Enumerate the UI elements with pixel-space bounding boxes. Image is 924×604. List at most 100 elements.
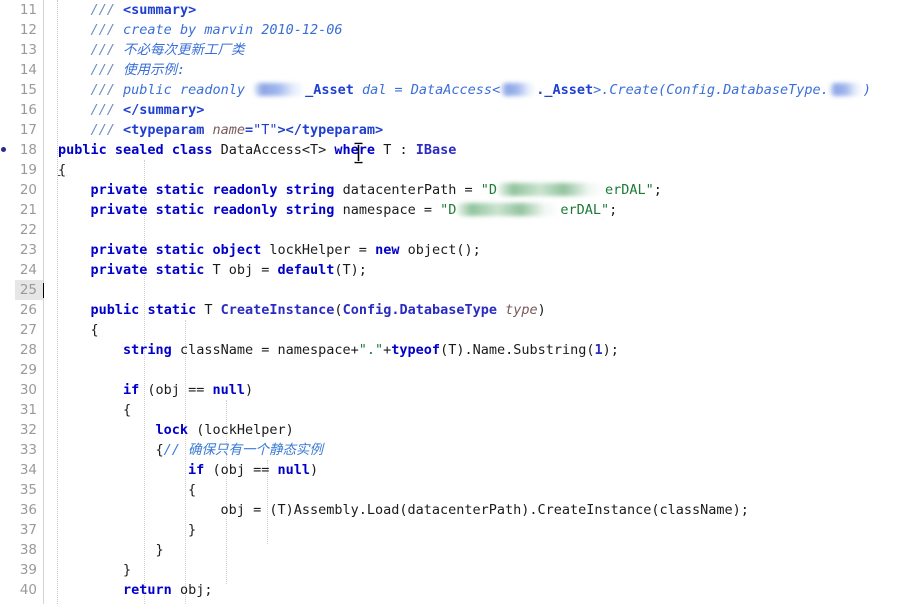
redaction-block: [456, 203, 561, 216]
line-number: 15: [19, 82, 37, 98]
line-content[interactable]: private static object lockHelper = new o…: [43, 240, 481, 260]
line-content[interactable]: }: [43, 520, 196, 540]
gutter[interactable]: 28: [0, 340, 43, 360]
gutter[interactable]: 13: [0, 40, 43, 60]
gutter[interactable]: 21: [0, 200, 43, 220]
line-content[interactable]: {: [43, 160, 66, 180]
gutter[interactable]: 35: [0, 480, 43, 500]
code-line[interactable]: 32 lock (lockHelper): [0, 420, 924, 440]
code-line[interactable]: 37 }: [0, 520, 924, 540]
line-content[interactable]: public sealed class DataAccess<T> where …: [43, 140, 456, 160]
line-content[interactable]: /// 不必每次更新工厂类: [43, 40, 245, 60]
line-content[interactable]: }: [43, 540, 164, 560]
line-content[interactable]: /// 使用示例:: [43, 60, 186, 80]
gutter[interactable]: 20: [0, 180, 43, 200]
code-line[interactable]: 15 /// public readonly _Asset dal = Data…: [0, 80, 924, 100]
line-content[interactable]: /// public readonly _Asset dal = DataAcc…: [43, 80, 871, 100]
code-line[interactable]: 19 {: [0, 160, 924, 180]
code-line[interactable]: 29: [0, 360, 924, 380]
line-content[interactable]: {// 确保只有一个静态实例: [43, 440, 324, 460]
code-line-current[interactable]: 25: [0, 280, 924, 300]
line-content[interactable]: {: [43, 320, 99, 340]
code-line[interactable]: 23 private static object lockHelper = ne…: [0, 240, 924, 260]
gutter[interactable]: 12: [0, 20, 43, 40]
code-line[interactable]: 14 /// 使用示例:: [0, 60, 924, 80]
gutter[interactable]: 29: [0, 360, 43, 380]
gutter[interactable]: 19: [0, 160, 43, 180]
code-line[interactable]: 36 obj = (T)Assembly.Load(datacenterPath…: [0, 500, 924, 520]
gutter[interactable]: 39: [0, 560, 43, 580]
code-line[interactable]: 27 {: [0, 320, 924, 340]
code-line[interactable]: 31 {: [0, 400, 924, 420]
line-content[interactable]: public static T CreateInstance(Config.Da…: [43, 300, 546, 320]
line-content[interactable]: string className = namespace+"."+typeof(…: [43, 340, 619, 360]
line-content[interactable]: {: [43, 480, 196, 500]
gutter[interactable]: 30: [0, 380, 43, 400]
code-line[interactable]: 13 /// 不必每次更新工厂类: [0, 40, 924, 60]
line-content[interactable]: obj = (T)Assembly.Load(datacenterPath).C…: [43, 500, 749, 520]
gutter[interactable]: 38: [0, 540, 43, 560]
line-content[interactable]: {: [43, 400, 131, 420]
line-content[interactable]: private static readonly string datacente…: [43, 180, 662, 200]
code-editor[interactable]: 11 /// <summary> 12 /// create by marvin…: [0, 0, 924, 604]
line-content[interactable]: return obj;: [43, 580, 212, 600]
code-line[interactable]: 28 string className = namespace+"."+type…: [0, 340, 924, 360]
line-number: 18: [19, 142, 37, 158]
line-number: 30: [19, 382, 37, 398]
code-line[interactable]: 26 public static T CreateInstance(Config…: [0, 300, 924, 320]
gutter[interactable]: 24: [0, 260, 43, 280]
redaction-block: [828, 83, 863, 96]
gutter[interactable]: 37: [0, 520, 43, 540]
line-content[interactable]: /// <typeparam name="T"></typeparam>: [43, 120, 384, 140]
line-number: 11: [19, 2, 37, 18]
code-line[interactable]: 17 /// <typeparam name="T"></typeparam>: [0, 120, 924, 140]
gutter[interactable]: 32: [0, 420, 43, 440]
code-line[interactable]: 22: [0, 220, 924, 240]
gutter[interactable]: 40: [0, 580, 43, 600]
code-line[interactable]: 11 /// <summary>: [0, 0, 924, 20]
code-line[interactable]: 40 return obj;: [0, 580, 924, 600]
gutter[interactable]: 15: [0, 80, 43, 100]
gutter[interactable]: 33: [0, 440, 43, 460]
code-line[interactable]: 12 /// create by marvin 2010-12-06: [0, 20, 924, 40]
breakpoint-marker-icon[interactable]: [1, 147, 6, 152]
gutter[interactable]: 26: [0, 300, 43, 320]
code-line[interactable]: 30 if (obj == null): [0, 380, 924, 400]
code-line[interactable]: 16 /// </summary>: [0, 100, 924, 120]
matching-brace: {: [58, 162, 67, 178]
line-content[interactable]: private static T obj = default(T);: [43, 260, 367, 280]
line-content[interactable]: lock (lockHelper): [43, 420, 294, 440]
line-content[interactable]: if (obj == null): [43, 380, 253, 400]
code-line[interactable]: 34 if (obj == null): [0, 460, 924, 480]
code-line[interactable]: 39 }: [0, 560, 924, 580]
gutter[interactable]: 17: [0, 120, 43, 140]
line-number: 35: [19, 482, 37, 498]
line-content[interactable]: /// <summary>: [43, 0, 197, 20]
gutter[interactable]: 18: [0, 140, 43, 160]
gutter[interactable]: 36: [0, 500, 43, 520]
gutter[interactable]: 34: [0, 460, 43, 480]
line-number: 19: [19, 162, 37, 178]
code-line[interactable]: 24 private static T obj = default(T);: [0, 260, 924, 280]
code-line[interactable]: 21 private static readonly string namesp…: [0, 200, 924, 220]
gutter[interactable]: 14: [0, 60, 43, 80]
code-line[interactable]: 20 private static readonly string datace…: [0, 180, 924, 200]
line-number: 20: [19, 182, 37, 198]
line-number: 26: [19, 302, 37, 318]
gutter[interactable]: 27: [0, 320, 43, 340]
line-content[interactable]: private static readonly string namespace…: [43, 200, 618, 220]
code-line[interactable]: 38 }: [0, 540, 924, 560]
code-line[interactable]: 18 public sealed class DataAccess<T> whe…: [0, 140, 924, 160]
code-line[interactable]: 35 {: [0, 480, 924, 500]
gutter[interactable]: 22: [0, 220, 43, 240]
line-content[interactable]: /// create by marvin 2010-12-06: [43, 20, 343, 40]
line-content[interactable]: /// </summary>: [43, 100, 205, 120]
line-content[interactable]: }: [43, 560, 131, 580]
gutter[interactable]: 11: [0, 0, 43, 20]
gutter[interactable]: 23: [0, 240, 43, 260]
gutter[interactable]: 25: [0, 280, 43, 300]
code-line[interactable]: 33 {// 确保只有一个静态实例: [0, 440, 924, 460]
gutter[interactable]: 16: [0, 100, 43, 120]
gutter[interactable]: 31: [0, 400, 43, 420]
line-content[interactable]: if (obj == null): [43, 460, 318, 480]
